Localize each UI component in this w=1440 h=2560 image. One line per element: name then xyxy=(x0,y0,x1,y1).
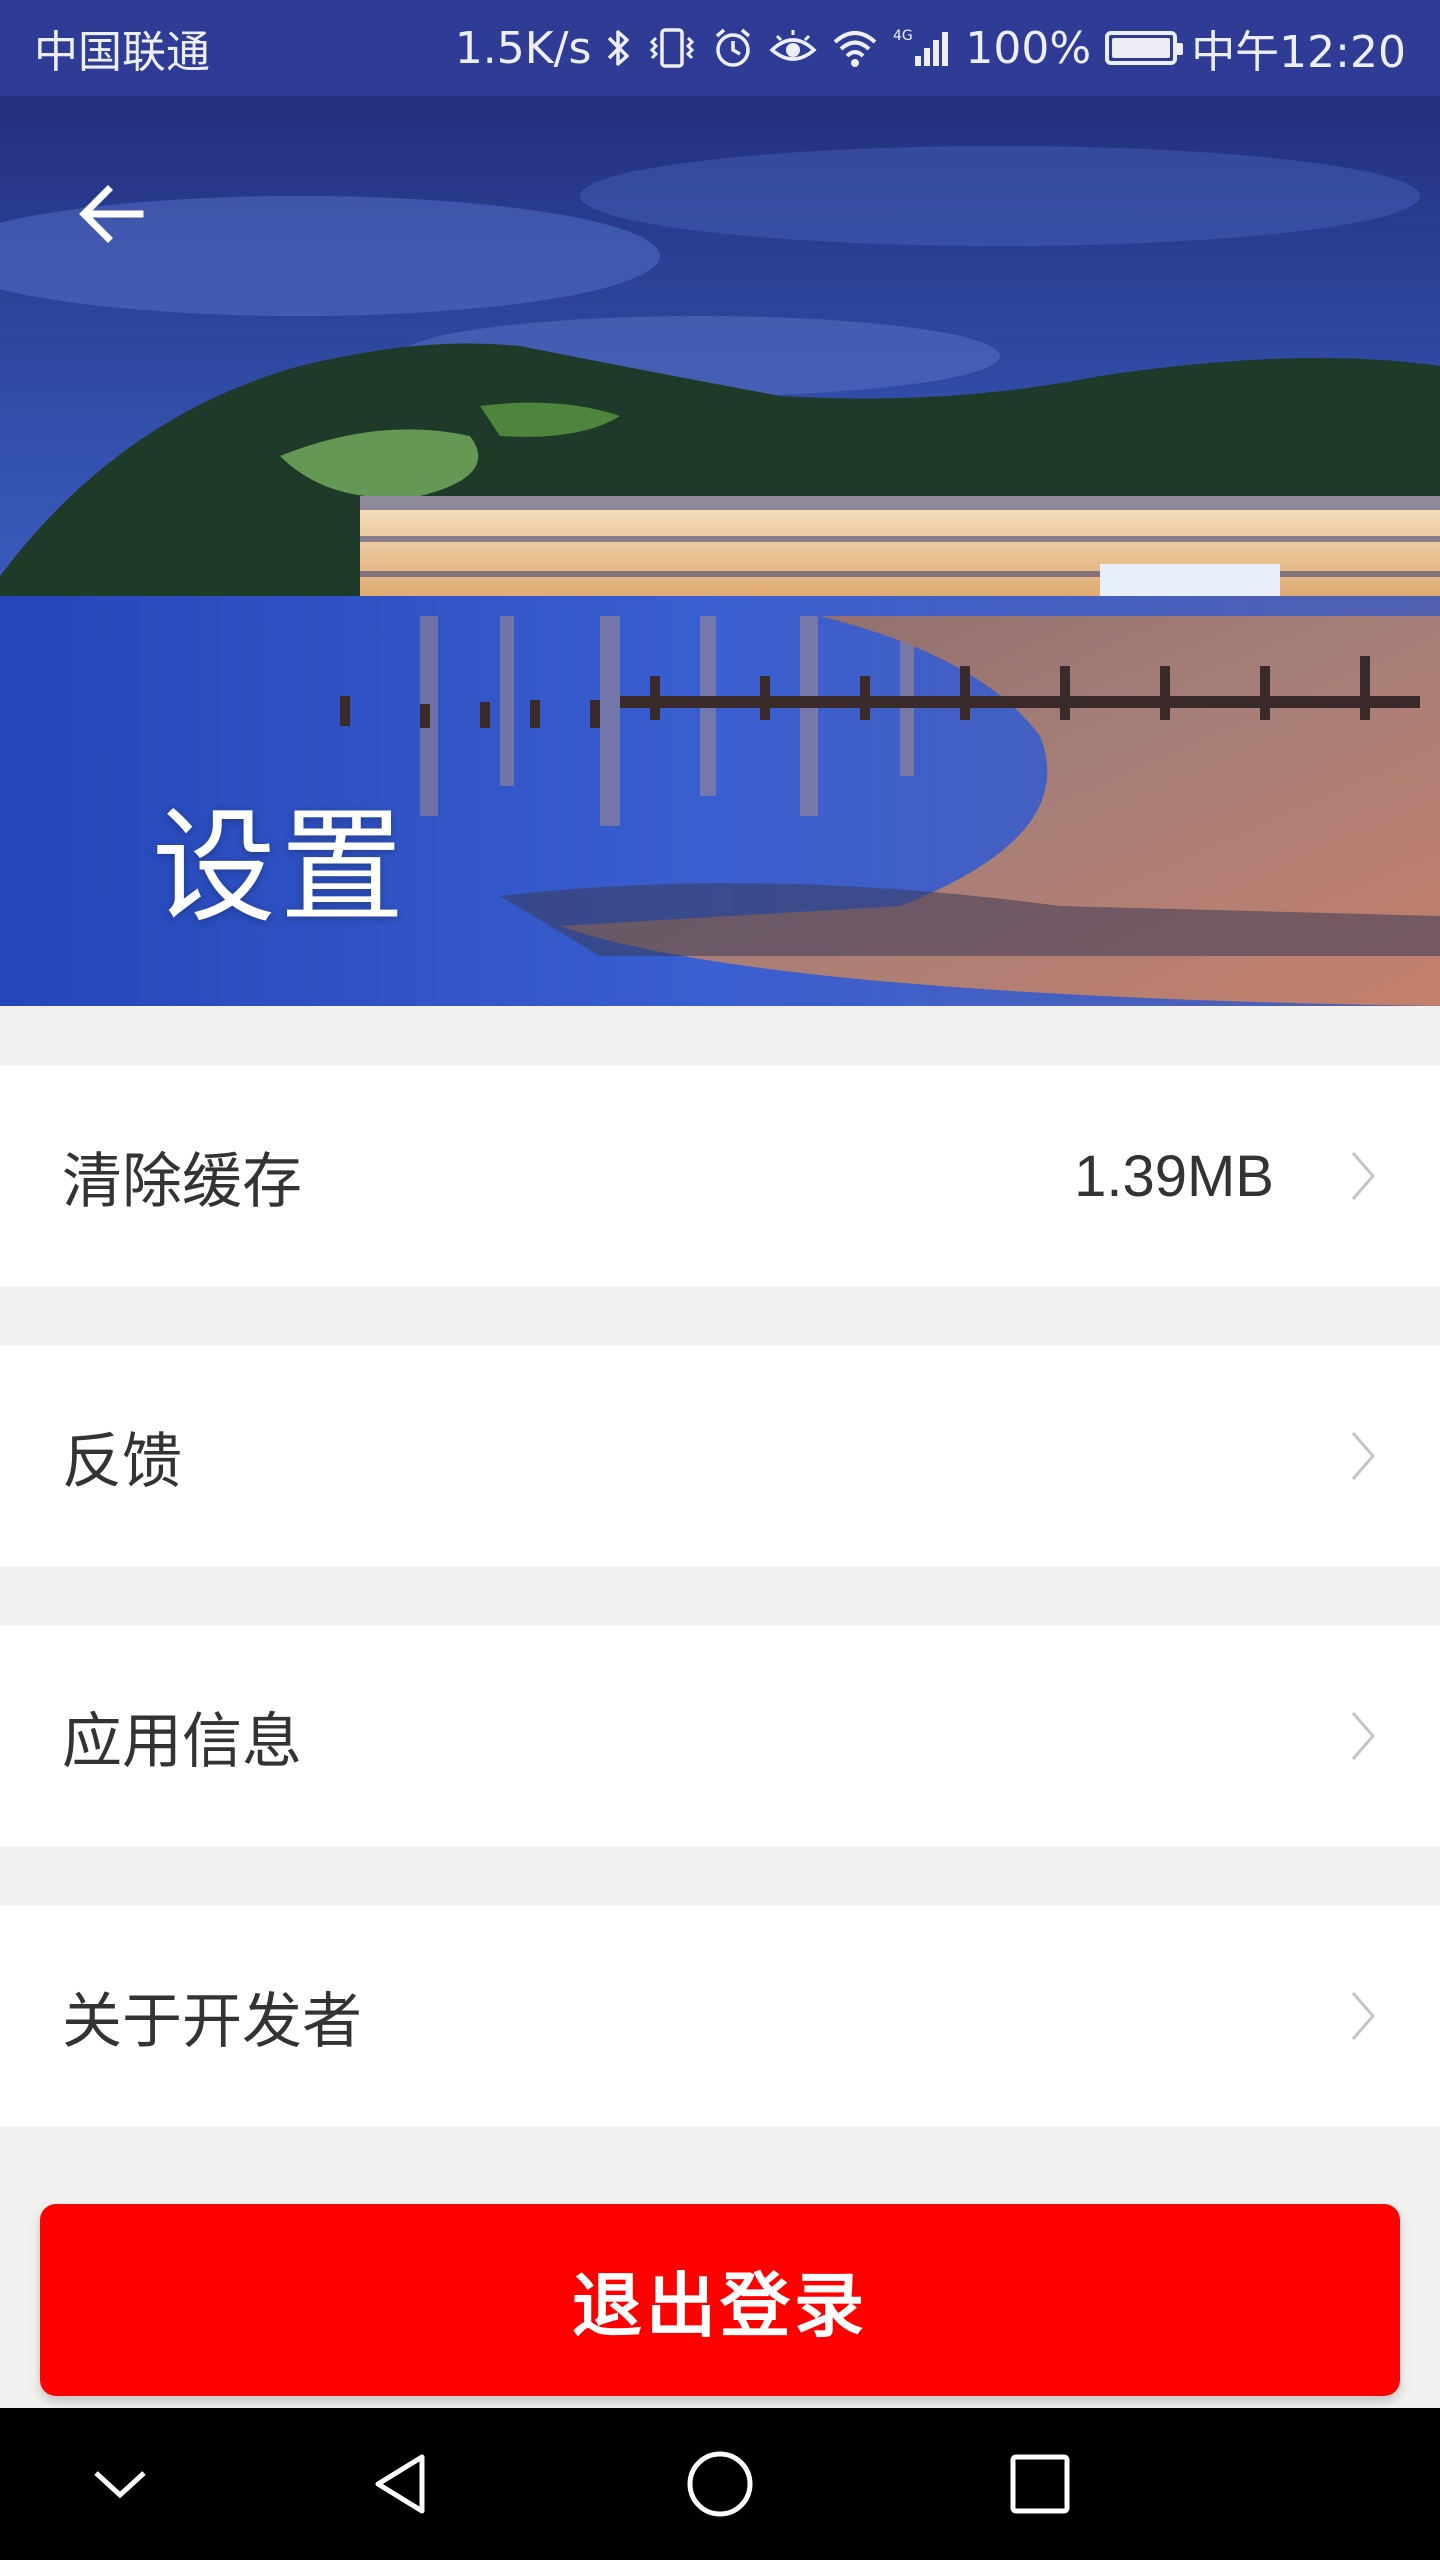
settings-item-app-info[interactable]: 应用信息 xyxy=(0,1626,1440,1846)
page-title: 设置 xyxy=(152,796,409,940)
nav-home-button[interactable] xyxy=(650,2408,790,2560)
network-speed: 1.5K/s xyxy=(454,22,592,74)
logout-button[interactable]: 退出登录 xyxy=(40,2204,1400,2396)
carrier-name: 中国联通 xyxy=(34,27,210,78)
bluetooth-icon xyxy=(605,20,633,76)
chevron-right-icon xyxy=(1348,1708,1378,1764)
nav-recents-button[interactable] xyxy=(970,2408,1110,2560)
battery-percent: 100% xyxy=(965,22,1092,74)
svg-text:4G: 4G xyxy=(893,28,913,44)
arrow-left-icon xyxy=(79,185,144,243)
hide-nav-button[interactable] xyxy=(50,2408,190,2560)
clock: 中午12:20 xyxy=(1191,27,1406,78)
wifi-icon xyxy=(831,20,879,76)
status-indicators: 1.5K/s 4G 100% 中午12:20 xyxy=(455,16,1406,80)
settings-item-label: 清除缓存 xyxy=(62,1146,302,1217)
chevron-right-icon xyxy=(1348,1988,1378,2044)
cache-size-value: 1.39MB xyxy=(1074,1143,1274,1209)
chevron-right-icon xyxy=(1348,1148,1378,1204)
header-banner: 设置 xyxy=(0,96,1440,1006)
back-button[interactable] xyxy=(60,162,164,266)
settings-item-label: 关于开发者 xyxy=(62,1986,362,2057)
settings-item-feedback[interactable]: 反馈 xyxy=(0,1346,1440,1566)
nav-back-button[interactable] xyxy=(330,2408,470,2560)
home-circle-icon xyxy=(687,2451,753,2517)
settings-item-label: 反馈 xyxy=(62,1426,182,1497)
battery-icon xyxy=(1105,20,1184,76)
navigation-bar xyxy=(0,2408,1440,2560)
alarm-icon xyxy=(711,20,755,76)
signal-icon: 4G xyxy=(893,20,951,76)
recents-square-icon xyxy=(1010,2454,1070,2514)
settings-item-label: 应用信息 xyxy=(62,1706,302,1777)
settings-item-clear-cache[interactable]: 清除缓存 1.39MB xyxy=(0,1066,1440,1286)
back-triangle-icon xyxy=(375,2454,425,2514)
status-bar: 中国联通 1.5K/s 4G 100% 中午12:20 xyxy=(0,0,1440,96)
settings-item-about-developer[interactable]: 关于开发者 xyxy=(0,1906,1440,2126)
vibrate-icon xyxy=(647,20,697,76)
eye-icon xyxy=(769,20,818,76)
chevron-down-icon xyxy=(94,2471,146,2499)
chevron-right-icon xyxy=(1348,1428,1378,1484)
